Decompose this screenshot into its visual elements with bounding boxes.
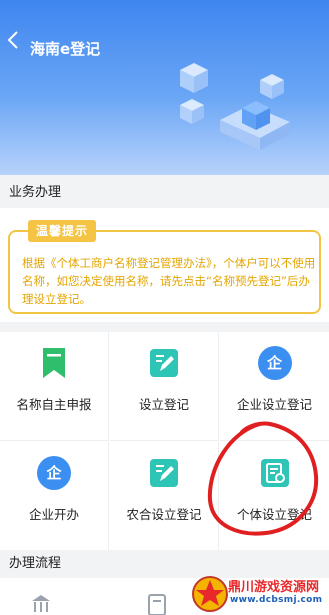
services-grid: 名称自主申报 设立登记 企 企业设立登记 企 企业开办 农合设立登记 个体设立登… xyxy=(0,332,329,551)
building-icon xyxy=(32,595,50,612)
service-label: 农合设立登记 xyxy=(126,507,202,522)
service-label: 设立登记 xyxy=(138,397,189,412)
watermark-url: www.dcbsmj.com xyxy=(230,595,323,605)
notice-text: 根据《个体工商户名称登记管理办法》，个体户可以不使用名称，如您决定使用名称，请先… xyxy=(22,256,316,306)
notice-box: 根据《个体工商户名称登记管理办法》，个体户可以不使用名称，如您决定使用名称，请先… xyxy=(8,230,321,314)
service-label: 个体设立登记 xyxy=(236,507,312,522)
qi-icon: 企 xyxy=(37,456,71,490)
edit-icon xyxy=(150,459,178,487)
service-name-declaration[interactable]: 名称自主申报 xyxy=(0,332,109,441)
service-label: 企业开办 xyxy=(28,507,79,522)
page-title: 海南e登记 xyxy=(30,40,101,58)
section-title-business: 业务办理 xyxy=(0,178,329,208)
edit-icon xyxy=(150,349,178,377)
service-cooperative-establishment[interactable]: 农合设立登记 xyxy=(110,442,219,551)
notice-panel: 温馨提示 根据《个体工商户名称登记管理办法》，个体户可以不使用名称，如您决定使用… xyxy=(0,208,329,322)
service-enterprise-establishment[interactable]: 企 企业设立登记 xyxy=(220,332,329,441)
form-icon xyxy=(148,594,166,615)
service-establishment[interactable]: 设立登记 xyxy=(110,332,219,441)
bookmark-icon xyxy=(43,348,65,378)
service-label: 企业设立登记 xyxy=(236,397,312,412)
document-icon xyxy=(260,459,289,487)
watermark-logo-icon xyxy=(192,576,228,612)
back-arrow-icon[interactable] xyxy=(4,28,24,52)
qi-icon: 企 xyxy=(257,346,292,380)
service-label: 名称自主申报 xyxy=(16,397,92,412)
service-individual-establishment[interactable]: 个体设立登记 xyxy=(220,442,329,551)
header-banner: 海南e登记 xyxy=(0,0,329,175)
watermark-title: 鼎川游戏资源网 xyxy=(228,580,320,595)
notice-tag: 温馨提示 xyxy=(28,220,97,242)
cubes-illustration xyxy=(180,63,290,150)
watermark: 鼎川游戏资源网 www.dcbsmj.com xyxy=(188,568,329,615)
service-enterprise-start[interactable]: 企 企业开办 xyxy=(0,442,109,551)
